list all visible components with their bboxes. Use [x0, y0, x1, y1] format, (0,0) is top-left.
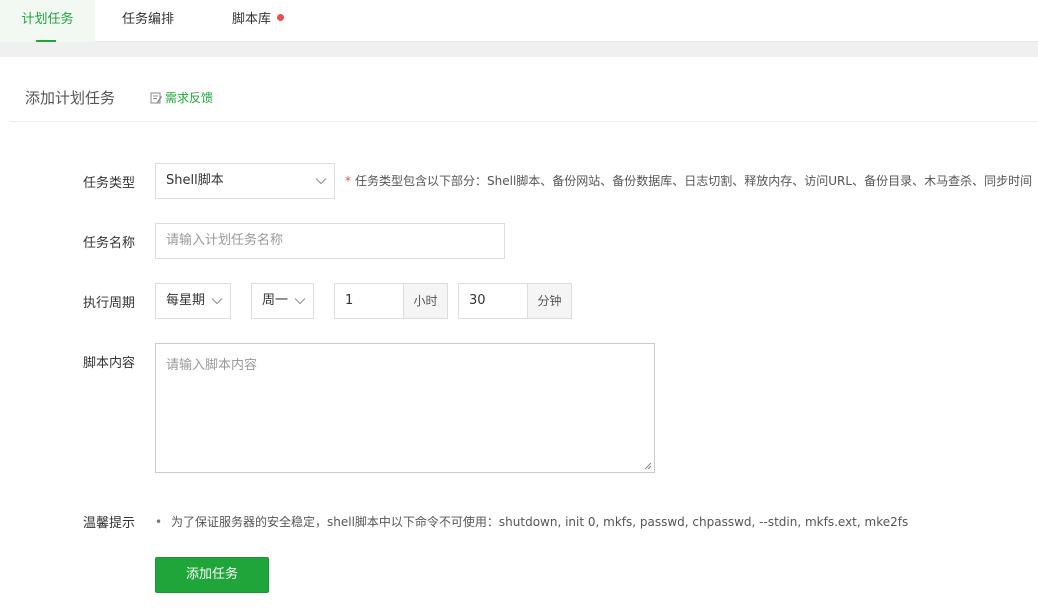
task-type-hint-text: 任务类型包含以下部分：Shell脚本、备份网站、备份数据库、日志切割、释放内存、…	[355, 174, 1033, 188]
task-type-label: 任务类型	[83, 176, 136, 191]
task-name-placeholder: 请输入计划任务名称	[166, 233, 284, 248]
tab-label: 脚本库	[231, 12, 271, 27]
script-placeholder: 请输入脚本内容	[166, 358, 258, 373]
period-label: 执行周期	[83, 296, 136, 311]
add-task-button[interactable]: 添加任务	[155, 557, 269, 593]
tab-script-library[interactable]: 脚本库	[218, 0, 298, 42]
minute-value: 30	[469, 293, 486, 308]
script-textarea[interactable]: 请输入脚本内容	[155, 343, 655, 473]
minute-unit: 分钟	[528, 283, 572, 319]
feedback-link[interactable]: 需求反馈	[150, 89, 213, 106]
minute-input[interactable]: 30	[458, 283, 528, 319]
hour-input[interactable]: 1	[334, 283, 404, 319]
edit-icon	[150, 92, 162, 104]
tab-label: 计划任务	[21, 12, 74, 27]
tab-task-orchestration[interactable]: 任务编排	[108, 0, 188, 42]
tips-text: • 为了保证服务器的安全稳定，shell脚本中以下命令不可使用：shutdown,…	[155, 513, 908, 530]
divider	[10, 121, 1038, 122]
task-name-label: 任务名称	[83, 236, 136, 251]
notification-dot	[277, 14, 284, 21]
cycle-value: 每星期	[166, 293, 206, 308]
tab-label: 任务编排	[121, 12, 174, 27]
hour-value: 1	[345, 293, 354, 308]
chevron-down-icon	[315, 178, 327, 185]
tips-content: 为了保证服务器的安全稳定，shell脚本中以下命令不可使用：shutdown, …	[171, 515, 909, 529]
weekday-value: 周一	[262, 293, 289, 308]
required-star: *	[345, 174, 351, 188]
task-type-select[interactable]: Shell脚本	[155, 163, 335, 199]
resize-grip-icon[interactable]	[644, 462, 652, 470]
add-task-panel: 添加计划任务 需求反馈 任务类型 Shell脚本 * 任务类型包含以下部分：She…	[0, 57, 1038, 616]
script-label: 脚本内容	[83, 356, 136, 371]
weekday-select[interactable]: 周一	[251, 283, 314, 319]
page-title: 添加计划任务	[25, 89, 116, 107]
task-type-value: Shell脚本	[166, 173, 224, 188]
chevron-down-icon	[294, 298, 306, 305]
tab-scheduled-tasks[interactable]: 计划任务	[0, 0, 95, 42]
task-type-hint: * 任务类型包含以下部分：Shell脚本、备份网站、备份数据库、日志切割、释放内存…	[345, 172, 1032, 189]
section-separator	[0, 42, 1038, 57]
feedback-label: 需求反馈	[165, 91, 214, 105]
cycle-select[interactable]: 每星期	[155, 283, 231, 319]
chevron-down-icon	[211, 298, 223, 305]
top-tab-bar: 计划任务 任务编排 脚本库	[0, 0, 1038, 42]
task-name-input[interactable]: 请输入计划任务名称	[155, 223, 505, 259]
hour-unit: 小时	[404, 283, 448, 319]
tips-label: 温馨提示	[83, 516, 136, 531]
tips-bullet: •	[155, 515, 163, 529]
